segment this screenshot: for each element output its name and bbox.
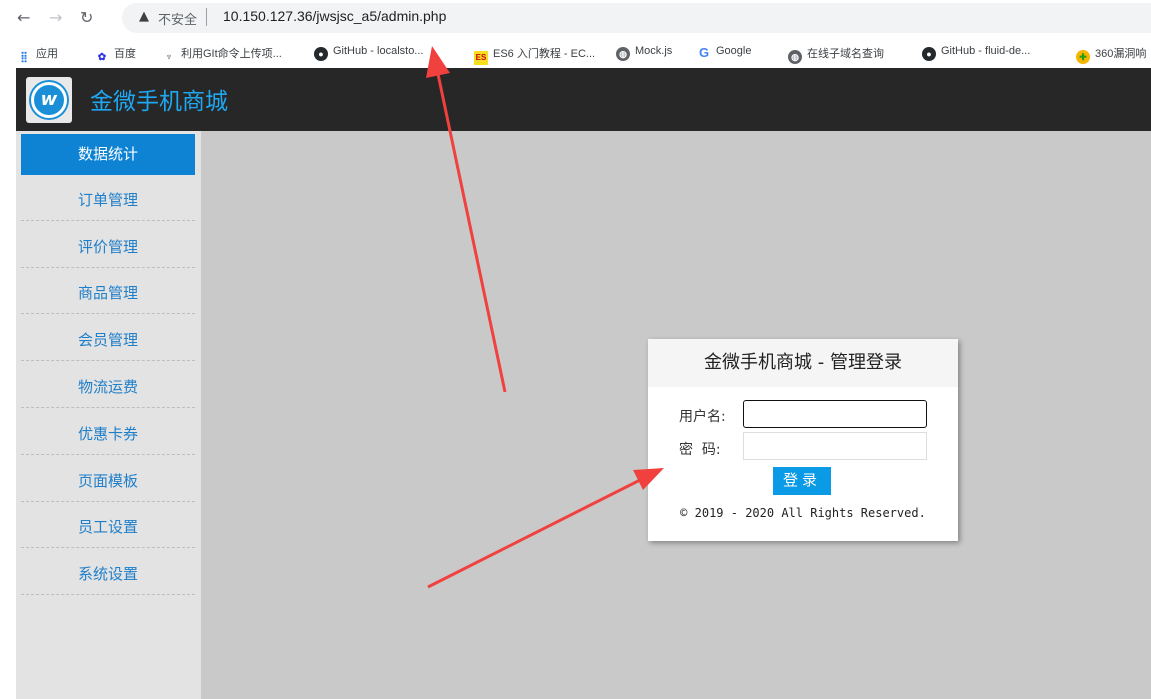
sidebar-item[interactable]: 系统设置 [21, 554, 195, 595]
bookmark-label: GitHub - fluid-de... [941, 45, 1031, 57]
login-button[interactable]: 登录 [773, 467, 831, 495]
sidebar-item[interactable]: 会员管理 [21, 320, 195, 361]
reload-icon[interactable]: ↻ [80, 6, 93, 30]
security-status[interactable]: 不安全 [158, 9, 197, 28]
bookmark-label: 360漏洞响 [1095, 48, 1147, 60]
bookmark-google[interactable]: G Google [697, 45, 752, 60]
bookmark-label: ES6 入门教程 - EC... [493, 48, 596, 60]
bookmark-label: 在线子域名查询 [807, 48, 884, 60]
bookmark-label: GitHub - localsto... [333, 45, 424, 57]
sidebar-item[interactable]: 优惠卡券 [21, 414, 195, 455]
bookmark-mockjs[interactable]: ◍ Mock.js [616, 45, 672, 61]
url-bar[interactable]: ▲ 不安全 10.150.127.36/jwsjsc_a5/admin.php [122, 3, 1151, 33]
back-icon[interactable]: ← [17, 6, 30, 30]
bookmarks-bar: ⣿ 应用 ✿ 百度 ♆ 利用GIt命令上传项... ● GitHub - localst… [0, 37, 1151, 68]
warning-icon[interactable]: ▲ [139, 9, 149, 24]
logo-w-mark: w [31, 82, 67, 118]
bookmark-label: 应用 [36, 48, 58, 60]
browser-address-bar: ← → ↻ ▲ 不安全 10.150.127.36/jwsjsc_a5/admi… [0, 0, 1151, 37]
es-icon: ES [474, 51, 488, 65]
globe-icon: ◍ [788, 50, 802, 64]
sidebar-item[interactable]: 页面模板 [21, 461, 195, 502]
bookmark-label: 百度 [114, 48, 136, 60]
bookmark-subdomain[interactable]: ◍ 在线子域名查询 [788, 45, 884, 64]
bookmark-baidu[interactable]: ✿ 百度 [95, 45, 136, 65]
sidebar-item[interactable]: 订单管理 [21, 180, 195, 221]
apps-grid-icon: ⣿ [20, 52, 28, 63]
360-icon: ✚ [1076, 50, 1090, 64]
sidebar-item[interactable]: 评价管理 [21, 227, 195, 268]
sidebar-item[interactable]: 员工设置 [21, 507, 195, 548]
bookmark-360[interactable]: ✚ 360漏洞响 [1076, 45, 1146, 64]
sidebar: 数据统计订单管理评价管理商品管理会员管理物流运费优惠卡券页面模板员工设置系统设置 [16, 131, 201, 699]
forward-icon[interactable]: → [49, 6, 62, 30]
git-icon: ♆ [165, 52, 173, 63]
username-input[interactable] [743, 400, 927, 428]
github-icon: ● [314, 47, 328, 61]
admin-app: w 金微手机商城 数据统计订单管理评价管理商品管理会员管理物流运费优惠卡券页面模… [16, 68, 1151, 699]
bookmark-label: Mock.js [635, 45, 673, 57]
password-input[interactable] [743, 432, 927, 460]
sidebar-item[interactable]: 商品管理 [21, 273, 195, 314]
copyright-text: © 2019 - 2020 All Rights Reserved. [680, 506, 926, 520]
github-icon: ● [922, 47, 936, 61]
bookmark-es6[interactable]: ES ES6 入门教程 - EC... [474, 45, 595, 65]
sidebar-item[interactable]: 数据统计 [21, 134, 195, 175]
top-header: w 金微手机商城 [16, 68, 1151, 131]
url-divider [206, 8, 207, 26]
sidebar-item[interactable]: 物流运费 [21, 367, 195, 408]
bookmark-git-upload[interactable]: ♆ 利用GIt命令上传项... [162, 45, 282, 65]
login-dialog: 金微手机商城 - 管理登录 用户名: 密 码: 登录 © 2019 - 2020… [648, 339, 958, 541]
url-text[interactable]: 10.150.127.36/jwsjsc_a5/admin.php [223, 8, 446, 24]
bookmark-github-fluid[interactable]: ● GitHub - fluid-de... [922, 45, 1030, 61]
google-icon: G [698, 45, 710, 60]
username-label: 用户名: [679, 409, 726, 425]
bookmark-github-localsto[interactable]: ● GitHub - localsto... [314, 45, 423, 61]
password-label: 密 码: [679, 442, 721, 458]
globe-icon: ◍ [616, 47, 630, 61]
baidu-paw-icon: ✿ [97, 52, 107, 63]
login-title: 金微手机商城 - 管理登录 [648, 339, 958, 387]
bookmark-label: Google [716, 45, 752, 57]
bookmark-apps[interactable]: ⣿ 应用 [17, 45, 58, 65]
bookmark-label: 利用GIt命令上传项... [181, 48, 282, 60]
jinwei-logo-icon: w [26, 77, 72, 123]
site-title: 金微手机商城 [90, 89, 228, 115]
